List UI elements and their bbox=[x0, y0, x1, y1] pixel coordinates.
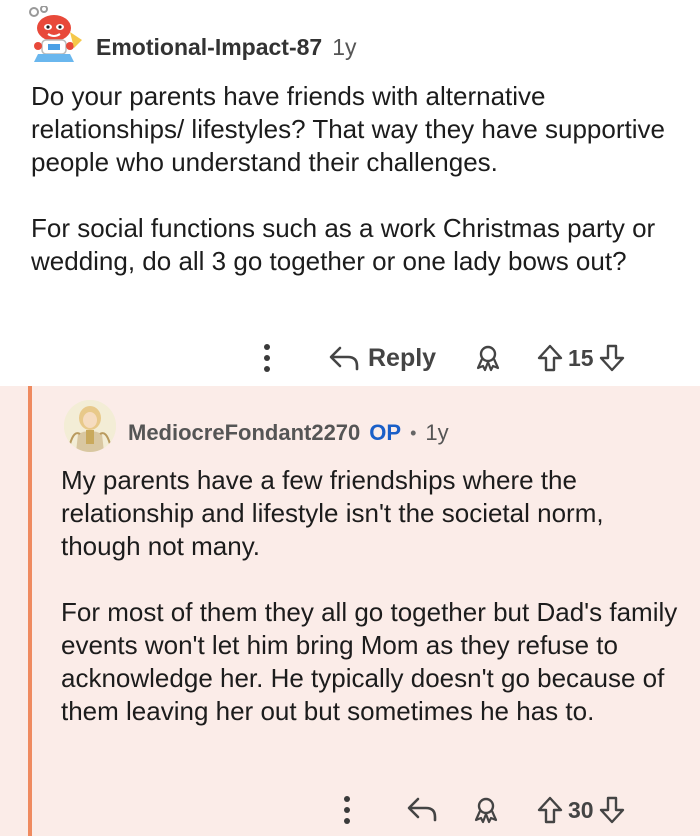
username-link[interactable]: Emotional-Impact-87 bbox=[96, 34, 322, 61]
comment-actions: 30 bbox=[0, 788, 700, 832]
more-options-button[interactable] bbox=[343, 796, 351, 824]
dot-icon bbox=[264, 344, 270, 350]
vote-controls: 15 bbox=[536, 342, 626, 374]
timestamp: 1y bbox=[332, 33, 357, 60]
dot-icon bbox=[344, 818, 350, 824]
downvote-icon[interactable] bbox=[598, 343, 626, 373]
comment-meta: Emotional-Impact-87 1y bbox=[96, 30, 357, 64]
dot-icon bbox=[264, 355, 270, 361]
user-avatar[interactable] bbox=[64, 400, 116, 452]
upvote-icon[interactable] bbox=[536, 795, 564, 825]
vote-score: 15 bbox=[568, 344, 594, 371]
upvote-icon[interactable] bbox=[536, 343, 564, 373]
thread-line[interactable] bbox=[28, 386, 32, 836]
parent-comment: Emotional-Impact-87 1y Do your parents h… bbox=[0, 0, 700, 386]
more-options-button[interactable] bbox=[263, 344, 271, 372]
award-icon bbox=[474, 344, 502, 372]
comment-meta: MediocreFondant2270 OP • 1y bbox=[128, 416, 449, 450]
comment-paragraph: For social functions such as a work Chri… bbox=[31, 213, 656, 276]
award-icon bbox=[472, 796, 500, 824]
reply-arrow-icon bbox=[328, 345, 360, 371]
reply-comment: MediocreFondant2270 OP • 1y My parents h… bbox=[0, 386, 700, 836]
vote-controls: 30 bbox=[536, 794, 626, 826]
reply-button[interactable] bbox=[406, 796, 438, 822]
meta-separator: • bbox=[410, 422, 417, 443]
reply-arrow-icon bbox=[406, 796, 438, 822]
dot-icon bbox=[264, 366, 270, 372]
comment-paragraph: My parents have a few friendships where … bbox=[61, 465, 604, 561]
dot-icon bbox=[344, 807, 350, 813]
comment-body: Do your parents have friends with altern… bbox=[31, 80, 681, 311]
dot-icon bbox=[344, 796, 350, 802]
award-button[interactable] bbox=[474, 344, 502, 372]
vote-score: 30 bbox=[568, 796, 594, 823]
reply-button[interactable]: Reply bbox=[328, 342, 436, 374]
username-link[interactable]: MediocreFondant2270 bbox=[128, 420, 360, 446]
comment-paragraph: Do your parents have friends with altern… bbox=[31, 81, 665, 177]
comment-body: My parents have a few friendships where … bbox=[61, 464, 681, 761]
op-badge: OP bbox=[369, 420, 402, 445]
downvote-icon[interactable] bbox=[598, 795, 626, 825]
comment-thread: Emotional-Impact-87 1y Do your parents h… bbox=[0, 0, 700, 836]
award-button[interactable] bbox=[472, 796, 500, 824]
comment-actions: Reply 15 bbox=[0, 336, 700, 380]
timestamp: 1y bbox=[425, 420, 449, 445]
reply-label: Reply bbox=[368, 343, 437, 372]
comment-paragraph: For most of them they all go together bu… bbox=[61, 597, 678, 726]
snoo-avatar[interactable] bbox=[24, 5, 86, 64]
